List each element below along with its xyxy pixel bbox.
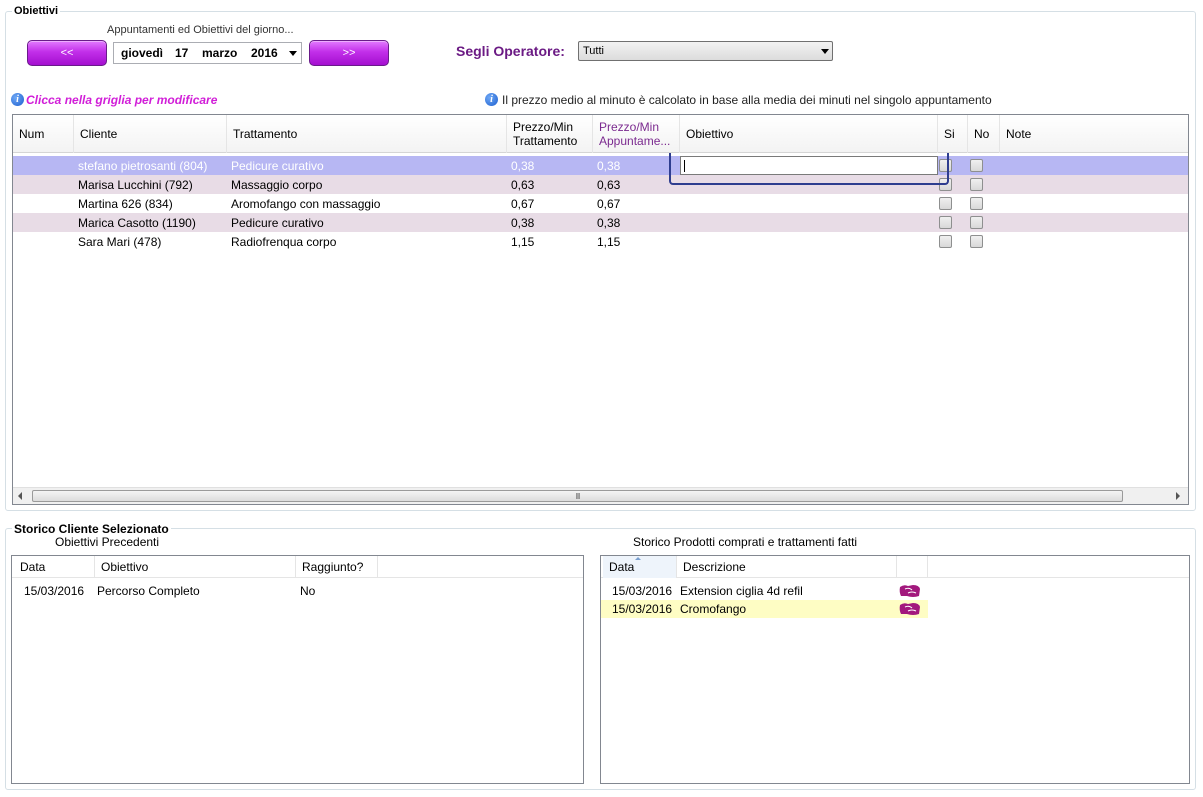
scroll-grip: III xyxy=(575,491,581,501)
checkbox-no[interactable] xyxy=(970,178,983,191)
cell-cliente: Marisa Lucchini (792) xyxy=(78,177,193,192)
col-note[interactable]: Note xyxy=(1000,115,1188,153)
col-obiettivo[interactable]: Obiettivo xyxy=(95,556,296,578)
list-item[interactable]: 15/03/2016 Extension ciglia 4d refil xyxy=(601,582,928,600)
scroll-right-icon[interactable] xyxy=(1176,492,1180,500)
cell-trattamento: Massaggio corpo xyxy=(231,177,323,192)
hint-edit-grid: Clicca nella griglia per modificare xyxy=(26,93,218,107)
horizontal-scrollbar[interactable]: III xyxy=(13,487,1188,504)
col-icon[interactable] xyxy=(897,556,928,578)
operator-select-value: Tutti xyxy=(583,45,604,57)
cell-data: 15/03/2016 xyxy=(612,602,673,616)
list-header: Data Descrizione xyxy=(601,556,1189,578)
checkbox-no[interactable] xyxy=(970,216,983,229)
info-icon: i xyxy=(485,93,498,106)
obiettivo-edit-input[interactable] xyxy=(680,156,938,175)
cell-descrizione: Extension ciglia 4d refil xyxy=(680,584,803,598)
cell-prezzo-appuntamento: 0,38 xyxy=(597,215,621,230)
cell-trattamento: Pedicure curativo xyxy=(231,158,324,173)
checkbox-no[interactable] xyxy=(970,159,983,172)
col-data[interactable]: Data xyxy=(14,556,95,578)
storico-prodotti-list[interactable]: Data Descrizione 15/03/2016 Extension ci… xyxy=(600,555,1190,784)
operator-select[interactable]: Tutti xyxy=(578,41,833,61)
col-obiettivo[interactable]: Obiettivo xyxy=(680,115,938,153)
cell-trattamento: Radiofrenqua corpo xyxy=(231,234,337,249)
cell-prezzo-trattamento: 0,63 xyxy=(511,177,535,192)
info-icon: i xyxy=(11,93,24,106)
table-row[interactable]: Marisa Lucchini (792) Massaggio corpo 0,… xyxy=(13,175,1188,194)
list-item[interactable]: 15/03/2016 Percorso Completo No xyxy=(12,582,583,600)
obiettivi-precedenti-list[interactable]: Data Obiettivo Raggiunto? 15/03/2016 Per… xyxy=(11,555,584,784)
col-descrizione[interactable]: Descrizione xyxy=(677,556,897,578)
cell-prezzo-appuntamento: 1,15 xyxy=(597,234,621,249)
prev-day-button[interactable]: << xyxy=(27,40,107,66)
table-row[interactable]: Marica Casotto (1190) Pedicure curativo … xyxy=(13,213,1188,232)
col-trattamento[interactable]: Trattamento xyxy=(227,115,507,153)
product-icon xyxy=(899,584,921,601)
product-icon xyxy=(899,602,921,619)
appointments-grid[interactable]: Num Cliente Trattamento Prezzo/Min Tratt… xyxy=(12,114,1189,505)
chevron-down-icon[interactable] xyxy=(289,51,297,56)
grid-header: Num Cliente Trattamento Prezzo/Min Tratt… xyxy=(13,115,1188,153)
cell-data: 15/03/2016 xyxy=(24,584,85,598)
list-item[interactable]: 15/03/2016 Cromofango xyxy=(601,600,928,618)
checkbox-si[interactable] xyxy=(939,216,952,229)
list-header: Data Obiettivo Raggiunto? xyxy=(12,556,583,578)
scroll-left-icon[interactable] xyxy=(18,492,22,500)
date-picker[interactable]: giovedì 17 marzo 2016 xyxy=(113,42,302,64)
scroll-thumb[interactable]: III xyxy=(32,490,1123,502)
storico-title: Storico Cliente Selezionato xyxy=(12,522,171,536)
cell-cliente: Sara Mari (478) xyxy=(78,234,162,249)
obiettivi-title: Obiettivi xyxy=(12,5,61,17)
text-cursor xyxy=(684,160,685,172)
col-prezzo-trattamento-line2: Trattamento xyxy=(513,134,578,148)
table-row[interactable]: Sara Mari (478) Radiofrenqua corpo 1,15 … xyxy=(13,232,1188,251)
date-day: 17 xyxy=(175,46,189,60)
date-month: marzo xyxy=(202,46,238,60)
table-row[interactable]: stefano pietrosanti (804) Pedicure curat… xyxy=(13,156,1188,175)
cell-prezzo-trattamento: 0,38 xyxy=(511,158,535,173)
cell-trattamento: Aromofango con massaggio xyxy=(231,196,381,211)
cell-cliente: Martina 626 (834) xyxy=(78,196,173,211)
col-num[interactable]: Num xyxy=(13,115,74,153)
cell-prezzo-appuntamento: 0,63 xyxy=(597,177,621,192)
table-row[interactable]: Martina 626 (834) Aromofango con massagg… xyxy=(13,194,1188,213)
cell-trattamento: Pedicure curativo xyxy=(231,215,324,230)
col-si[interactable]: Si xyxy=(938,115,968,153)
date-year: 2016 xyxy=(251,46,278,60)
checkbox-si[interactable] xyxy=(939,197,952,210)
cell-prezzo-appuntamento: 0,38 xyxy=(597,158,621,173)
cell-data: 15/03/2016 xyxy=(612,584,673,598)
col-cliente[interactable]: Cliente xyxy=(74,115,227,153)
sort-indicator-icon xyxy=(635,557,641,560)
col-no[interactable]: No xyxy=(968,115,1000,153)
date-weekday: giovedì xyxy=(121,46,164,60)
operator-label: Segli Operatore: xyxy=(456,43,565,59)
cell-prezzo-trattamento: 0,67 xyxy=(511,196,535,211)
checkbox-no[interactable] xyxy=(970,235,983,248)
col-raggiunto[interactable]: Raggiunto? xyxy=(296,556,378,578)
cell-prezzo-trattamento: 1,15 xyxy=(511,234,535,249)
cell-obiettivo: Percorso Completo xyxy=(97,584,200,598)
cell-cliente: stefano pietrosanti (804) xyxy=(78,158,208,173)
col-prezzo-appuntamento-line1: Prezzo/Min xyxy=(599,120,660,134)
cell-raggiunto: No xyxy=(300,584,316,598)
storico-prodotti-title: Storico Prodotti comprati e trattamenti … xyxy=(633,535,858,549)
checkbox-si[interactable] xyxy=(939,235,952,248)
col-prezzo-appuntamento[interactable]: Prezzo/Min Appuntame... xyxy=(593,115,680,153)
cell-cliente: Marica Casotto (1190) xyxy=(78,215,196,230)
col-prezzo-trattamento[interactable]: Prezzo/Min Trattamento xyxy=(507,115,593,153)
checkbox-no[interactable] xyxy=(970,197,983,210)
next-day-button[interactable]: >> xyxy=(309,40,389,66)
col-prezzo-appuntamento-line2: Appuntame... xyxy=(599,134,671,148)
obiettivi-precedenti-title: Obiettivi Precedenti xyxy=(55,535,160,549)
cell-prezzo-trattamento: 0,38 xyxy=(511,215,535,230)
hint-prezzo-medio: Il prezzo medio al minuto è calcolato in… xyxy=(502,93,992,107)
cell-descrizione: Cromofango xyxy=(680,602,747,616)
subtitle: Appuntamenti ed Obiettivi del giorno... xyxy=(107,24,294,36)
chevron-down-icon[interactable] xyxy=(821,49,829,54)
cell-prezzo-appuntamento: 0,67 xyxy=(597,196,621,211)
col-prezzo-trattamento-line1: Prezzo/Min xyxy=(513,120,574,134)
